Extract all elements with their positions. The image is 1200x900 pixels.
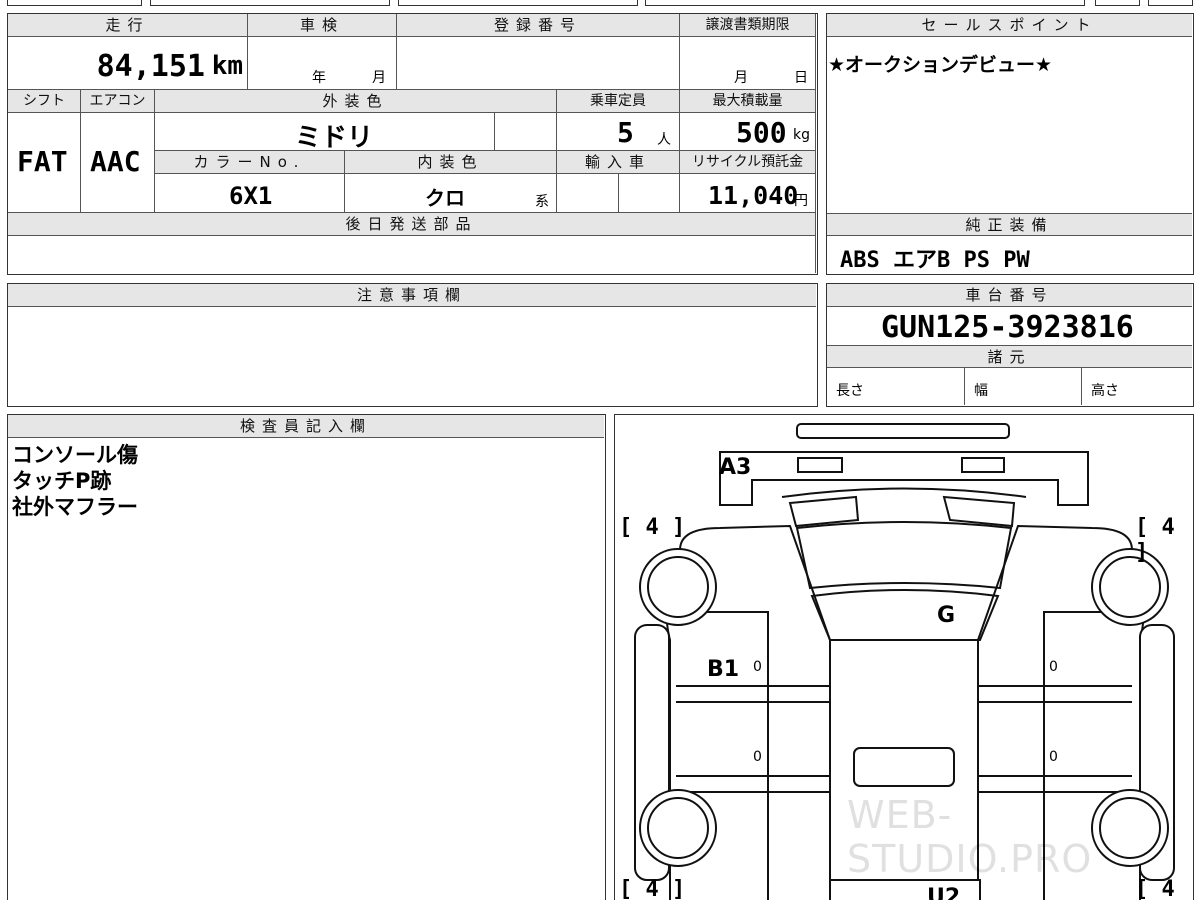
sales-point-box: セールスポイント ★オークションデビュー★ 純正装備 ABS エアB PS PW (826, 13, 1194, 275)
color-no-cell: 6X1 (155, 174, 345, 213)
mileage-cell: 84,151 km (8, 37, 248, 90)
watermark: WEB-STUDIO.PRO (847, 793, 1093, 881)
recycle-unit: 円 (794, 193, 808, 209)
interior-color-cell: クロ 系 (345, 174, 557, 213)
notes-box: 注意事項欄 (7, 283, 818, 407)
inspector-box: 検査員記入欄 コンソール傷 タッチP跡 社外マフラー (7, 414, 606, 900)
shaken-cell: 年 月 (248, 37, 397, 90)
spec-width-cell: 幅 (965, 368, 1082, 405)
chassis-value: GUN125-3923816 (881, 310, 1134, 345)
capacity-header: 乗車定員 (557, 90, 680, 113)
shift-cell: FAT (8, 113, 81, 213)
sales-point-text: ★オークションデビュー★ (828, 54, 1053, 76)
capacity-cell: 5 人 (557, 113, 680, 151)
shift-header: シフト (8, 90, 81, 113)
max-load-value: 500 (736, 116, 787, 149)
spec-height-label: 高さ (1091, 383, 1119, 399)
spec-height-cell: 高さ (1082, 368, 1192, 405)
panel-zero-mark: 0 (753, 749, 762, 765)
shaken-header: 車検 (248, 14, 397, 37)
inspector-notes: コンソール傷 タッチP跡 社外マフラー (12, 442, 138, 520)
later-parts-cell (8, 236, 816, 273)
import-header: 輸入車 (557, 151, 680, 174)
max-load-unit: kg (793, 127, 810, 143)
chassis-box: 車台番号 GUN125-3923816 諸元 長さ 幅 高さ (826, 283, 1194, 407)
interior-color-header: 内装色 (345, 151, 557, 174)
max-load-cell: 500 kg (680, 113, 816, 151)
mileage-unit: km (211, 51, 243, 81)
transfer-deadline-header: 譲渡書類期限 (680, 14, 816, 37)
import-cell-a (557, 174, 619, 213)
car-diagram-box: A3 G B1 U2 [ 4 ] [ 4 ] [ 4 ] [ 4 ] 0 0 0… (614, 414, 1194, 900)
recycle-cell: 11,040 円 (680, 174, 816, 213)
color-no-header: カラーNo. (155, 151, 345, 174)
transfer-deadline-cell: 月 日 (680, 37, 816, 90)
aircon-header: エアコン (81, 90, 155, 113)
aircon-cell: AAC (81, 113, 155, 213)
damage-mark-b1: B1 (707, 657, 740, 682)
inspector-header: 検査員記入欄 (8, 415, 604, 438)
inspector-line: コンソール傷 (12, 443, 138, 467)
panel-zero-mark: 0 (753, 659, 762, 675)
notes-header: 注意事項欄 (8, 284, 816, 307)
aircon-value: AAC (90, 145, 141, 178)
later-parts-header: 後日発送部品 (8, 213, 816, 236)
exterior-color-extra-cell (495, 113, 557, 151)
exterior-color-cell: ミドリ (155, 113, 495, 151)
capacity-unit: 人 (657, 132, 671, 148)
interior-color-unit: 系 (535, 194, 549, 210)
tire-tread-top-left: [ 4 ] (619, 515, 686, 540)
exterior-color-value: ミドリ (295, 123, 374, 151)
transfer-day-unit: 日 (794, 70, 808, 86)
recycle-header: リサイクル預託金 (680, 151, 816, 174)
shift-value: FAT (17, 145, 68, 178)
spec-length-label: 長さ (836, 383, 864, 399)
panel-zero-mark: 0 (1049, 749, 1058, 765)
transfer-month-unit: 月 (734, 70, 748, 86)
recycle-value: 11,040 (708, 181, 799, 210)
inspector-line: 社外マフラー (12, 495, 138, 519)
genuine-equipment-value: ABS エアB PS PW (840, 248, 1030, 273)
mileage-value: 84,151 (96, 49, 205, 84)
inspector-line: タッチP跡 (12, 469, 112, 493)
tire-tread-bottom-left: [ 4 ] (619, 877, 686, 900)
interior-color-value: クロ (425, 186, 465, 210)
genuine-equipment-header: 純正装備 (827, 213, 1192, 236)
tire-tread-top-right: [ 4 ] (1135, 515, 1175, 565)
damage-mark-a3: A3 (719, 455, 752, 480)
chassis-header: 車台番号 (827, 284, 1192, 307)
panel-zero-mark: 0 (1049, 659, 1058, 675)
registration-cell (397, 37, 680, 90)
damage-mark-u2: U2 (927, 885, 961, 900)
damage-mark-g: G (937, 603, 956, 628)
spec-width-label: 幅 (974, 383, 988, 399)
specs-header: 諸元 (827, 345, 1192, 368)
mileage-header: 走行 (8, 14, 248, 37)
shaken-year-unit: 年 (312, 70, 326, 86)
max-load-header: 最大積載量 (680, 90, 816, 113)
capacity-value: 5 (617, 116, 634, 149)
vehicle-info-table: 走行 車検 登録番号 譲渡書類期限 84,151 km 年 月 月 日 シフト … (7, 13, 818, 275)
sales-point-header: セールスポイント (827, 14, 1192, 37)
spec-length-cell: 長さ (827, 368, 965, 405)
shaken-month-unit: 月 (372, 70, 386, 86)
color-no-value: 6X1 (229, 182, 273, 210)
import-cell-b (619, 174, 680, 213)
registration-header: 登録番号 (397, 14, 680, 37)
exterior-color-header: 外装色 (155, 90, 557, 113)
